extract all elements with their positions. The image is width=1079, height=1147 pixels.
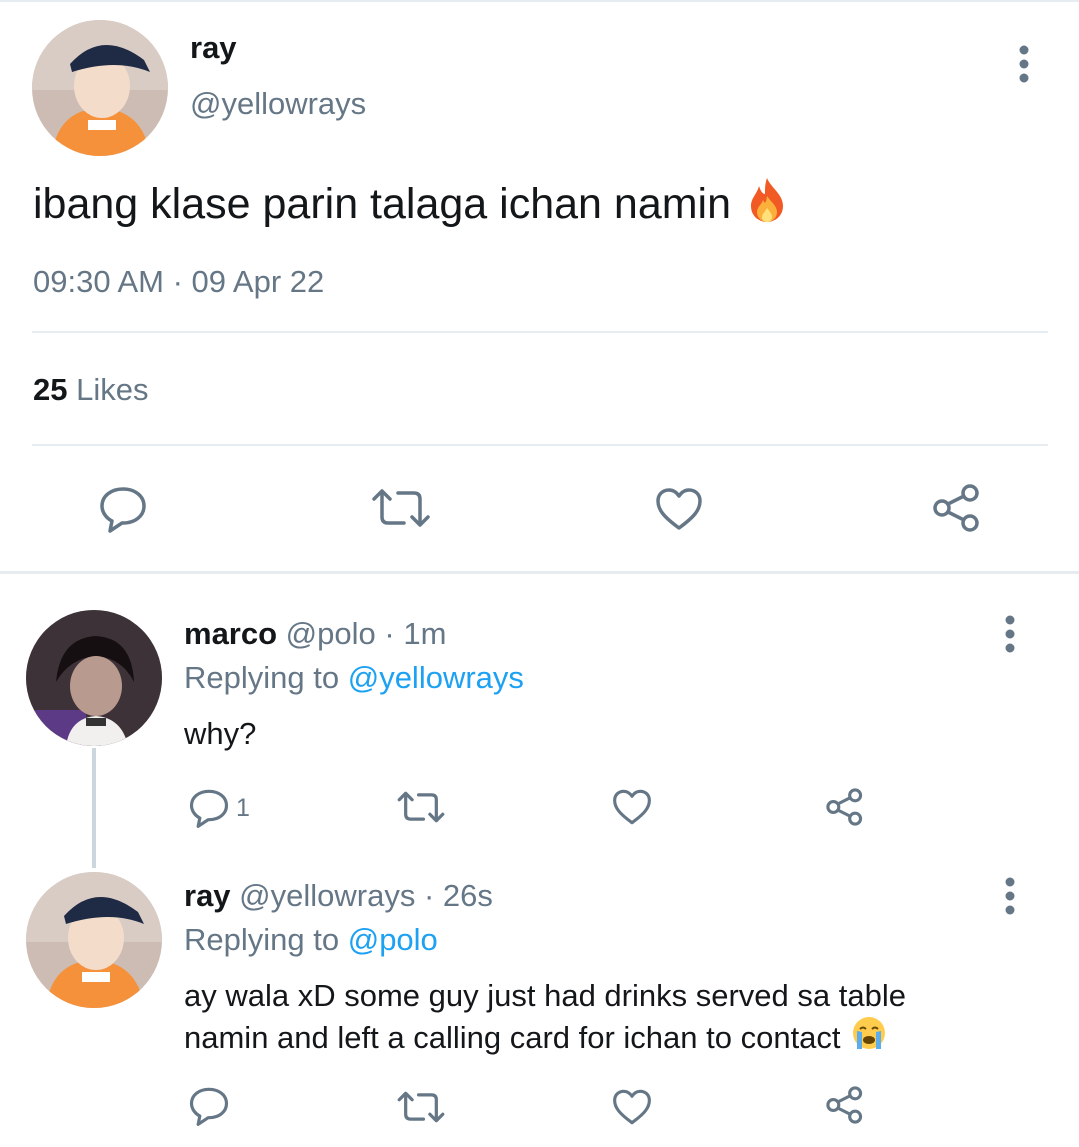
- display-name[interactable]: ray: [184, 878, 231, 913]
- display-name[interactable]: ray: [190, 30, 237, 66]
- reply-header: marco @polo · 1m: [184, 616, 446, 652]
- tweet-text-content: ibang klase parin talaga ichan namin: [33, 180, 732, 228]
- like-button[interactable]: [611, 788, 653, 826]
- comment-icon: [100, 487, 146, 533]
- replying-prefix: Replying to: [184, 660, 340, 695]
- share-button[interactable]: [824, 1084, 866, 1126]
- reply-text-row: namin and left a calling card for ichan …: [184, 1015, 906, 1060]
- tweet-timestamp: 09:30 AM · 09 Apr 22: [33, 264, 325, 299]
- share-button[interactable]: [824, 786, 866, 828]
- retweet-icon: [397, 1091, 445, 1123]
- section-divider: [0, 571, 1079, 574]
- top-divider: [0, 0, 1079, 2]
- crying-emoji-icon: [851, 1015, 887, 1060]
- handle[interactable]: @yellowrays: [239, 878, 415, 913]
- comment-icon: [189, 1087, 229, 1126]
- reply-button[interactable]: [188, 1086, 230, 1126]
- share-button[interactable]: [930, 482, 984, 534]
- more-options-icon[interactable]: [996, 614, 1024, 654]
- heart-icon: [613, 1089, 651, 1125]
- retweet-icon: [372, 489, 430, 527]
- reply-time: · 26s: [423, 878, 493, 913]
- likes-number: 25: [33, 372, 68, 407]
- like-button[interactable]: [611, 1088, 653, 1126]
- avatar[interactable]: [26, 610, 162, 746]
- reply-button[interactable]: [98, 485, 148, 533]
- like-button[interactable]: [654, 486, 704, 532]
- heart-icon: [613, 789, 651, 825]
- heart-icon: [656, 488, 702, 530]
- mention-link[interactable]: @yellowrays: [348, 660, 524, 695]
- display-name[interactable]: marco: [184, 616, 277, 651]
- reply-button[interactable]: 1: [188, 788, 250, 828]
- reply-text: ay wala xD some guy just had drinks serv…: [184, 976, 906, 1060]
- fire-emoji-icon: [747, 176, 787, 233]
- handle[interactable]: @polo: [286, 616, 376, 651]
- retweet-button[interactable]: [396, 1090, 446, 1124]
- replying-prefix: Replying to: [184, 922, 340, 957]
- share-icon: [933, 484, 979, 532]
- reply-count: 1: [236, 793, 250, 822]
- reply-header: ray @yellowrays · 26s: [184, 878, 493, 914]
- avatar[interactable]: [32, 20, 168, 156]
- replying-to: Replying to @polo: [184, 922, 438, 958]
- likes-count[interactable]: 25 Likes: [33, 372, 148, 408]
- replying-to: Replying to @yellowrays: [184, 660, 524, 696]
- retweet-icon: [397, 791, 445, 823]
- divider: [32, 444, 1048, 446]
- likes-label: Likes: [76, 372, 149, 407]
- reply-time: · 1m: [384, 616, 447, 651]
- retweet-button[interactable]: [370, 487, 432, 529]
- retweet-button[interactable]: [396, 790, 446, 824]
- tweet-text: ibang klase parin talaga ichan namin: [33, 176, 787, 233]
- thread-connector: [92, 748, 96, 868]
- comment-icon: [189, 789, 229, 828]
- more-options-icon[interactable]: [1010, 44, 1038, 84]
- share-icon: [826, 1086, 863, 1124]
- avatar[interactable]: [26, 872, 162, 1008]
- divider: [32, 331, 1048, 333]
- mention-link[interactable]: @polo: [348, 922, 438, 957]
- reply-text-line: ay wala xD some guy just had drinks serv…: [184, 978, 906, 1013]
- more-options-icon[interactable]: [996, 876, 1024, 916]
- reply-text: why?: [184, 716, 257, 751]
- reply-text-line: namin and left a calling card for ichan …: [184, 1020, 841, 1055]
- handle[interactable]: @yellowrays: [190, 86, 366, 122]
- share-icon: [826, 788, 863, 826]
